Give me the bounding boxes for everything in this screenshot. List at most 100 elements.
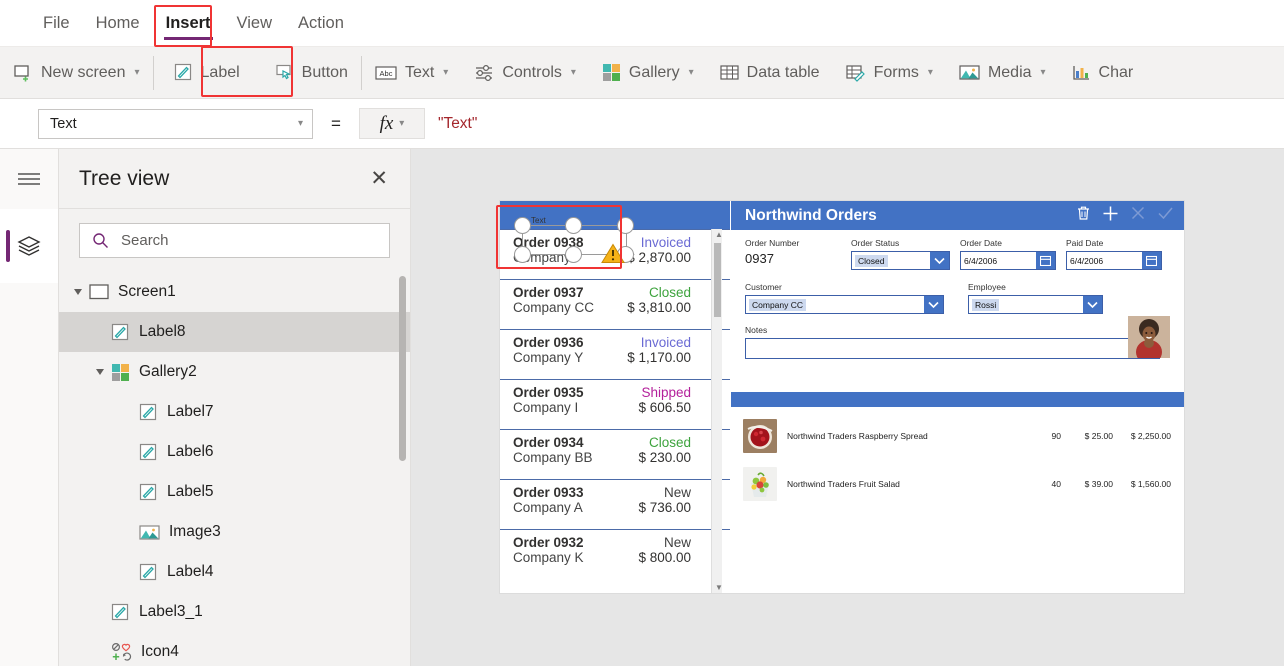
- ribbon-new-screen[interactable]: New screen ▾: [0, 47, 153, 98]
- warning-triangle-icon[interactable]: [601, 243, 625, 269]
- powerapps-studio: File Home Insert View Action New screen …: [0, 0, 1284, 666]
- company-name: Company K: [513, 550, 584, 565]
- formula-value: "Text": [437, 114, 478, 132]
- detail-form-body: Order Number 0937 Order Status Closed Or…: [731, 230, 1184, 359]
- field-notes: Notes: [745, 325, 1172, 359]
- gallery-item[interactable]: Order 0937 Closed Company CC $ 3,810.00 …: [500, 279, 730, 329]
- resize-handle-top-left[interactable]: [514, 217, 531, 234]
- rail-button-tree-view[interactable]: [0, 209, 58, 283]
- tree-item-label3-1[interactable]: Label3_1: [59, 592, 410, 632]
- tree-scrollbar[interactable]: [399, 276, 406, 461]
- gallery-item[interactable]: Order 0932 New Company K $ 800.00 ›: [500, 529, 730, 579]
- gallery-scrollbar[interactable]: ▲ ▼: [711, 229, 723, 593]
- tree-item-label: Label6: [167, 443, 214, 460]
- label8-selection-adorner[interactable]: Text: [514, 216, 634, 263]
- insert-ribbon: New screen ▾ Label Button Abc Text ▾ Con…: [0, 47, 1284, 99]
- menu-tab-action[interactable]: Action: [285, 8, 357, 39]
- scroll-up-arrow-icon[interactable]: ▲: [715, 230, 723, 239]
- calendar-icon[interactable]: [1141, 252, 1161, 269]
- calendar-icon[interactable]: [1035, 252, 1055, 269]
- ribbon-text[interactable]: Abc Text ▾: [362, 47, 461, 98]
- resize-handle-top-center[interactable]: [565, 217, 582, 234]
- line-items-header-band: [731, 392, 1184, 407]
- line-item-row[interactable]: Northwind Traders Fruit Salad 40 $ 39.00…: [743, 464, 1172, 504]
- image-icon: [139, 524, 160, 541]
- tree-item-label: Icon4: [141, 643, 179, 660]
- expand-arrow-icon[interactable]: [74, 289, 82, 295]
- employee-dropdown[interactable]: Rossi: [968, 295, 1103, 314]
- field-label: Paid Date: [1065, 238, 1104, 248]
- menu-tab-label: File: [43, 13, 70, 32]
- expand-arrow-icon[interactable]: [96, 369, 104, 375]
- order-amount: $ 800.00: [638, 550, 691, 565]
- search-input[interactable]: Search: [79, 223, 390, 258]
- order-status: Shipped: [641, 385, 691, 400]
- chevron-down-icon[interactable]: [1083, 296, 1102, 313]
- chevron-down-icon[interactable]: [930, 252, 950, 269]
- menu-tab-label: Home: [95, 13, 140, 32]
- label-icon: [174, 63, 193, 82]
- active-indicator: [6, 230, 10, 262]
- ribbon-forms[interactable]: Forms ▾: [833, 47, 946, 98]
- gallery-item[interactable]: Order 0933 New Company A $ 736.00 ›: [500, 479, 730, 529]
- product-name: Northwind Traders Raspberry Spread: [787, 431, 928, 441]
- tree-item-label6[interactable]: Label6: [59, 432, 410, 472]
- scroll-down-arrow-icon[interactable]: ▼: [715, 583, 723, 592]
- notes-textarea[interactable]: [745, 338, 1160, 359]
- tree-item-label: Label8: [139, 323, 186, 340]
- order-status-dropdown[interactable]: Closed: [851, 251, 951, 270]
- chevron-down-icon[interactable]: [924, 296, 943, 313]
- media-image-icon: [959, 64, 980, 81]
- menu-tab-view[interactable]: View: [224, 8, 285, 39]
- tree-item-label: Gallery2: [139, 363, 197, 380]
- ribbon-label: Data table: [746, 63, 820, 81]
- ribbon-controls[interactable]: Controls ▾: [461, 47, 589, 98]
- ribbon-label: Char: [1098, 63, 1134, 81]
- menu-tab-home[interactable]: Home: [83, 8, 153, 39]
- menu-tab-label: Insert: [165, 13, 211, 32]
- menu-tab-insert[interactable]: Insert: [153, 8, 224, 40]
- tree-item-label7[interactable]: Label7: [59, 392, 410, 432]
- tree-item-gallery2[interactable]: Gallery2: [59, 352, 410, 392]
- gallery-item[interactable]: Order 0936 Invoiced Company Y $ 1,170.00…: [500, 329, 730, 379]
- resize-handle-bottom-left[interactable]: [514, 246, 531, 263]
- tree-item-label4[interactable]: Label4: [59, 552, 410, 592]
- menu-tab-file[interactable]: File: [30, 8, 83, 39]
- company-name: Company I: [513, 400, 579, 415]
- gallery-item[interactable]: Order 0935 Shipped Company I $ 606.50 ›: [500, 379, 730, 429]
- gallery-squares-icon: [602, 63, 621, 82]
- add-icon[interactable]: [1102, 205, 1119, 227]
- property-select[interactable]: Text ▾: [38, 108, 313, 139]
- order-date-input[interactable]: 6/4/2006: [959, 251, 1056, 270]
- formula-input[interactable]: "Text": [424, 108, 1284, 139]
- paid-date-input[interactable]: 6/4/2006: [1065, 251, 1162, 270]
- customer-dropdown[interactable]: Company CC: [745, 295, 944, 314]
- tree-item-icon4[interactable]: Icon4: [59, 632, 410, 661]
- ribbon-media[interactable]: Media ▾: [946, 47, 1059, 98]
- resize-handle-bottom-center[interactable]: [565, 246, 582, 263]
- field-employee: Employee Rossi: [968, 282, 1116, 314]
- line-item-row[interactable]: Northwind Traders Raspberry Spread 90 $ …: [743, 416, 1172, 456]
- gallery-item[interactable]: Order 0934 Closed Company BB $ 230.00 ›: [500, 429, 730, 479]
- gallery-scroll-thumb[interactable]: [714, 243, 721, 317]
- ribbon-charts[interactable]: Char: [1059, 47, 1147, 98]
- fx-button[interactable]: fx ▾: [358, 108, 425, 139]
- ribbon-data-table[interactable]: Data table: [707, 47, 833, 98]
- close-icon[interactable]: ✕: [370, 168, 388, 189]
- hamburger-menu-button[interactable]: [0, 149, 58, 209]
- tree-item-screen1[interactable]: Screen1: [59, 272, 410, 312]
- form-row-1: Order Number 0937 Order Status Closed Or…: [745, 238, 1172, 270]
- ribbon-label[interactable]: Label: [154, 47, 262, 98]
- tree-item-label5[interactable]: Label5: [59, 472, 410, 512]
- ribbon-button[interactable]: Button: [262, 47, 361, 98]
- resize-handle-top-right[interactable]: [617, 217, 634, 234]
- tree-item-image3[interactable]: Image3: [59, 512, 410, 552]
- order-status: Invoiced: [640, 235, 691, 250]
- field-label: Notes: [745, 325, 768, 335]
- label-icon: [111, 323, 130, 342]
- ribbon-gallery[interactable]: Gallery ▾: [589, 47, 707, 98]
- delete-icon[interactable]: [1076, 205, 1091, 226]
- tree-view-panel: Tree view ✕ Search Screen1 Label8 Galler…: [59, 149, 411, 666]
- company-name: Company CC: [513, 300, 595, 315]
- tree-item-label8[interactable]: Label8: [59, 312, 410, 352]
